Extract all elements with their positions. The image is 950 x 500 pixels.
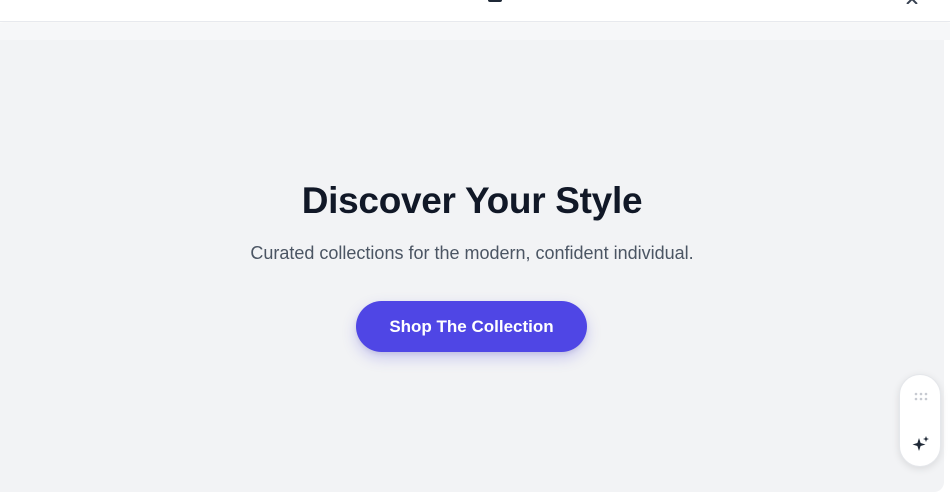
- sparkle-icon[interactable]: [910, 433, 932, 455]
- hero-title: Discover Your Style: [301, 180, 643, 221]
- hero-subtitle: Curated collections for the modern, conf…: [250, 243, 694, 263]
- floating-assistant-widget: [899, 374, 941, 467]
- close-icon[interactable]: [905, 0, 919, 4]
- shop-collection-button[interactable]: Shop The Collection: [356, 301, 587, 352]
- hero-section: Discover Your Style Curated collections …: [0, 40, 944, 492]
- drag-dots-icon[interactable]: [913, 391, 929, 407]
- nav-title-glyph-fragment: [488, 0, 502, 2]
- top-navigation-bar: [0, 0, 950, 22]
- header-divider-strip: [0, 23, 950, 40]
